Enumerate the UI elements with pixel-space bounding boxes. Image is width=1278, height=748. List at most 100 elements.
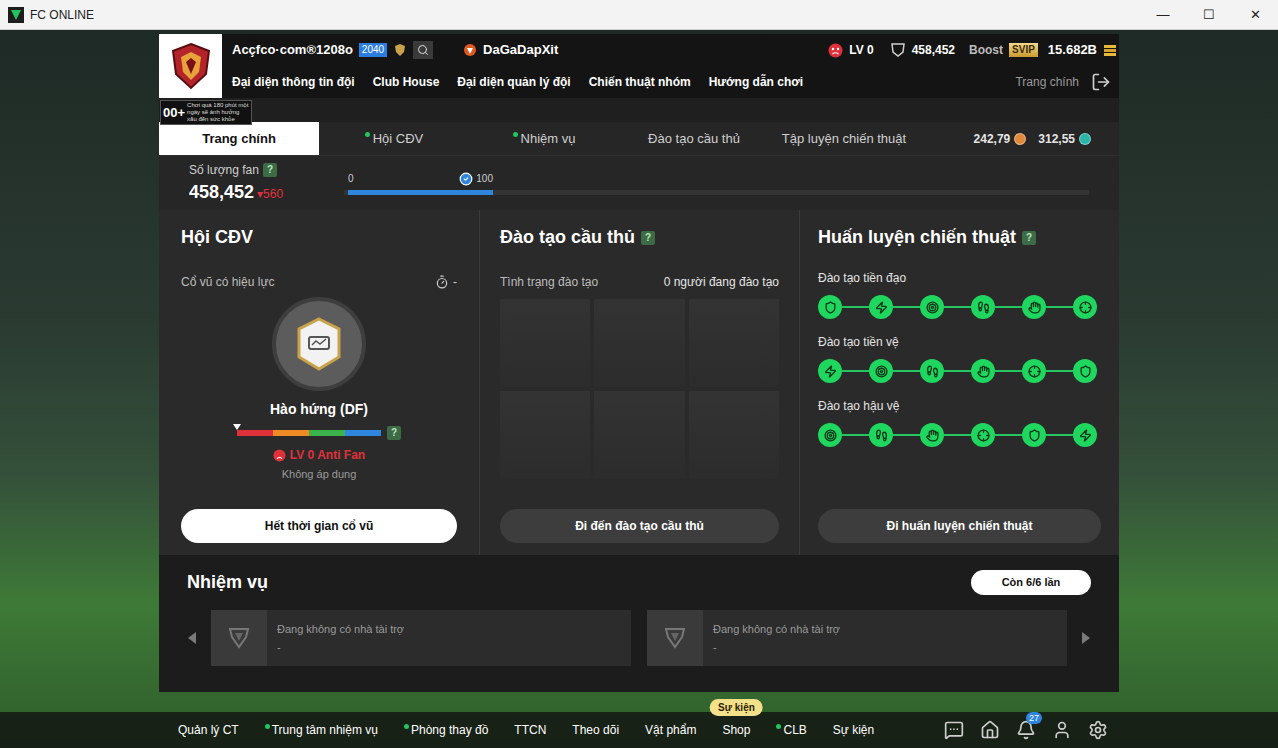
team-name: DaGaDapXit (483, 40, 558, 60)
help-button[interactable]: ? (1022, 231, 1036, 245)
tab[interactable]: Hội CĐV (319, 122, 469, 155)
tactic-node[interactable] (1073, 295, 1097, 319)
age-rating: 00+ (163, 106, 185, 119)
tactic-node[interactable] (1022, 423, 1046, 447)
sponsor-card[interactable]: Đang không có nhà tài trợ- (211, 610, 631, 666)
header-menu-item[interactable]: Đại diện quản lý đội (457, 73, 570, 91)
tactic-connector (893, 434, 920, 436)
tab[interactable]: Trang chính (159, 122, 319, 155)
nav-item[interactable]: Sự kiệnShop (722, 721, 750, 739)
sponsor-card-detail: - (713, 639, 840, 656)
tactic-node[interactable] (869, 295, 893, 319)
missions-section: Nhiệm vụCòn 6/6 lầnĐang không có nhà tài… (159, 555, 1119, 692)
cheer-expired-button[interactable]: Hết thời gian cổ vũ (181, 509, 457, 543)
training-slot[interactable] (689, 299, 779, 387)
tactic-node[interactable] (818, 295, 842, 319)
notification-dot (365, 132, 370, 137)
nav-item[interactable]: Theo dõi (572, 721, 619, 739)
tactic-node[interactable] (818, 423, 842, 447)
notifications-button[interactable]: 27 (1016, 720, 1036, 740)
go-tactics-button[interactable]: Đi huấn luyện chiến thuật (818, 509, 1101, 543)
help-button[interactable]: ? (641, 231, 655, 245)
goal-reached-icon (459, 172, 473, 186)
supporters-panel: Hội CĐVCổ vũ có hiệu lực-Hào hứng (DF)?L… (159, 210, 479, 555)
sponsor-card[interactable]: Đang không có nhà tài trợ- (647, 610, 1067, 666)
training-slot[interactable] (689, 391, 779, 479)
go-training-button[interactable]: Đi đến đào tạo cầu thủ (500, 509, 779, 543)
nav-item[interactable]: Sự kiện (833, 721, 874, 739)
nav-item[interactable]: Phòng thay đồ (404, 721, 488, 739)
tactic-node[interactable] (920, 359, 944, 383)
fan-progress-track (344, 190, 1089, 195)
tab[interactable]: Nhiệm vụ (469, 122, 619, 155)
timer-icon (435, 275, 449, 289)
team-emblem-icon (463, 43, 477, 57)
window-control-button[interactable]: ☐ (1186, 0, 1232, 29)
fan-count-change: ▾560 (257, 185, 283, 203)
app-logo-icon (8, 7, 24, 23)
header-menu-item[interactable]: Chiến thuật nhóm (589, 73, 691, 91)
search-button[interactable] (413, 41, 433, 59)
tactic-node[interactable] (869, 423, 893, 447)
tactic-skill-icon (875, 429, 888, 442)
training-slot[interactable] (500, 391, 590, 479)
header-menu-item[interactable]: Club House (373, 73, 440, 91)
sponsor-card-detail: - (277, 639, 404, 656)
window-control-button[interactable]: — (1140, 0, 1186, 29)
exit-button[interactable] (1089, 70, 1113, 94)
tactic-node[interactable] (1073, 359, 1097, 383)
fan-progress-fill (348, 190, 493, 195)
cheer-effect-label: Cổ vũ có hiệu lực (181, 273, 274, 291)
boost-label: Boost (969, 41, 1003, 59)
cheer-medallion[interactable] (272, 297, 366, 391)
nav-item[interactable]: TTCN (514, 721, 546, 739)
training-slot[interactable] (594, 299, 684, 387)
tactic-skill-icon (1028, 301, 1041, 314)
nav-item[interactable]: Vật phẩm (645, 721, 696, 739)
tactic-node[interactable] (1022, 359, 1046, 383)
tactics-panel: Huấn luyện chiến thuật?Đào tạo tiền đạoĐ… (799, 210, 1119, 555)
settings-icon[interactable] (1088, 720, 1108, 740)
tactic-skill-icon (1079, 429, 1092, 442)
club-logo[interactable] (159, 34, 222, 98)
tactic-node[interactable] (971, 423, 995, 447)
tactic-connector (842, 306, 869, 308)
tactic-node[interactable] (920, 423, 944, 447)
nav-item[interactable]: Trung tâm nhiệm vụ (265, 721, 378, 739)
previous-arrow-icon[interactable] (187, 632, 197, 644)
title-bar: FC ONLINE—☐✕ (0, 0, 1278, 30)
event-badge: Sự kiện (710, 699, 763, 716)
tactic-connector (893, 306, 920, 308)
tactic-node[interactable] (818, 359, 842, 383)
notification-dot (404, 724, 409, 729)
training-slot[interactable] (500, 299, 590, 387)
help-button[interactable]: ? (387, 426, 401, 440)
stadium-background: Acçfco·com®1208o2040DaGaDapXitLV 0458,45… (0, 30, 1278, 748)
tactic-node[interactable] (869, 359, 893, 383)
window-control-button[interactable]: ✕ (1232, 0, 1278, 29)
club-header: Acçfco·com®1208o2040DaGaDapXitLV 0458,45… (159, 34, 1119, 98)
help-button[interactable]: ? (263, 163, 277, 177)
tactic-skill-icon (824, 429, 837, 442)
tactic-node[interactable] (971, 359, 995, 383)
profile-icon[interactable] (1052, 720, 1072, 740)
nav-item[interactable]: CLB (776, 721, 806, 739)
supporter-rank-note: Không áp dụng (181, 466, 457, 483)
exit-icon (1091, 72, 1111, 92)
header-menu-item[interactable]: Hướng dẫn chơi (709, 73, 803, 91)
header-menu-item[interactable]: Đại diện thông tin đội (232, 73, 355, 91)
tactic-node[interactable] (1022, 295, 1046, 319)
tactic-row-label: Đào tạo hậu vệ (818, 397, 1101, 415)
next-arrow-icon[interactable] (1081, 632, 1091, 644)
home-link[interactable]: Trang chính (1015, 73, 1079, 91)
home-icon[interactable] (980, 720, 1000, 740)
tab[interactable]: Tập luyện chiến thuật (769, 122, 919, 155)
tactic-node[interactable] (971, 295, 995, 319)
nav-item[interactable]: Quản lý CT (178, 721, 239, 739)
tab[interactable]: Đào tạo cầu thủ (619, 122, 769, 155)
chat-icon[interactable] (944, 720, 964, 740)
tactic-node[interactable] (920, 295, 944, 319)
tactic-node[interactable] (1073, 423, 1097, 447)
training-slot[interactable] (594, 391, 684, 479)
tactic-connector (944, 306, 971, 308)
